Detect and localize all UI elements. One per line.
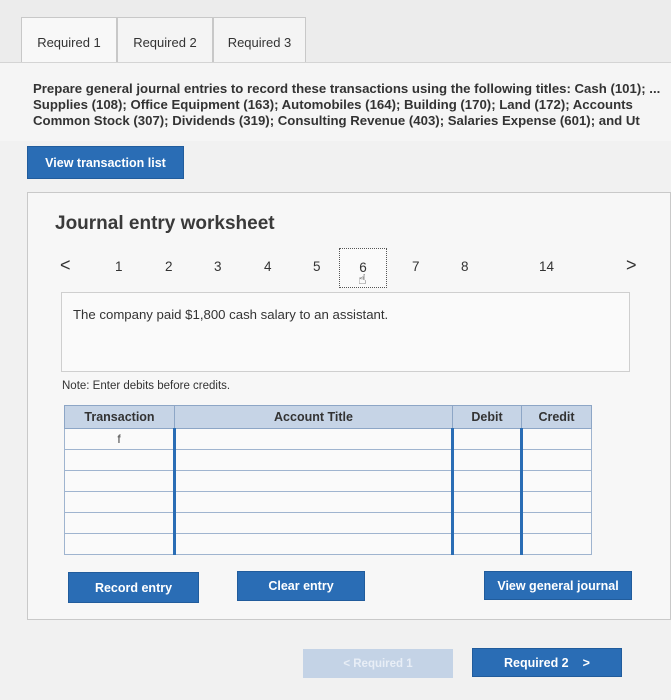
clear-entry-button[interactable]: Clear entry — [237, 571, 365, 601]
instructions-text: Prepare general journal entries to recor… — [33, 81, 671, 129]
tab-required-3[interactable]: Required 3 — [213, 17, 306, 63]
record-entry-button[interactable]: Record entry — [68, 572, 199, 603]
next-required-button[interactable]: Required 2 > — [472, 648, 622, 677]
pager-page-current[interactable]: 6 ☝ — [339, 248, 387, 288]
pager-page-7[interactable]: 7 — [412, 259, 420, 274]
credit-input[interactable] — [520, 428, 592, 450]
credit-input[interactable] — [520, 533, 592, 555]
pager-next-icon[interactable]: > — [626, 255, 637, 276]
account-title-input[interactable] — [173, 428, 453, 450]
account-title-input[interactable] — [173, 491, 453, 513]
transaction-cell — [64, 491, 175, 513]
tab-label: Required 2 — [133, 35, 197, 50]
entry-note: Note: Enter debits before credits. — [62, 380, 231, 392]
pager-page-5[interactable]: 5 — [313, 259, 321, 274]
table-row: f — [64, 428, 592, 450]
table-row — [64, 512, 592, 534]
pager-page-14[interactable]: 14 — [539, 259, 554, 274]
view-transaction-list-button[interactable]: View transaction list — [27, 146, 184, 179]
pager-page-3[interactable]: 3 — [214, 259, 222, 274]
journal-entry-table: Transaction Account Title Debit Credit f — [64, 405, 592, 555]
journal-entry-worksheet: Journal entry worksheet < 1 2 3 4 5 6 ☝ … — [27, 192, 671, 620]
debit-input[interactable] — [451, 449, 522, 471]
transaction-cell — [64, 470, 175, 492]
worksheet-title: Journal entry worksheet — [55, 213, 275, 234]
account-title-input[interactable] — [173, 449, 453, 471]
debit-input[interactable] — [451, 533, 522, 555]
header-credit: Credit — [521, 405, 592, 429]
transaction-cell — [64, 449, 175, 471]
tab-required-1[interactable]: Required 1 — [21, 17, 117, 65]
header-account-title: Account Title — [174, 405, 453, 429]
instructions-line-1: Prepare general journal entries to recor… — [33, 81, 661, 96]
account-title-input[interactable] — [173, 470, 453, 492]
instructions-panel: Prepare general journal entries to recor… — [0, 62, 671, 141]
transaction-cell — [64, 533, 175, 555]
instructions-line-3: Common Stock (307); Dividends (319); Con… — [33, 113, 640, 128]
tab-required-2[interactable]: Required 2 — [117, 17, 213, 63]
instructions-line-2: Supplies (108); Office Equipment (163); … — [33, 97, 633, 112]
footer-navigation: < Required 1 Required 2 > — [0, 640, 671, 700]
credit-input[interactable] — [520, 512, 592, 534]
credit-input[interactable] — [520, 449, 592, 471]
hand-pointer-icon: ☝ — [358, 271, 367, 287]
table-row — [64, 533, 592, 555]
prev-required-button[interactable]: < Required 1 — [303, 649, 453, 678]
tab-bar: Required 1 Required 2 Required 3 — [0, 0, 671, 65]
table-row — [64, 470, 592, 492]
tab-label: Required 3 — [227, 35, 292, 50]
credit-input[interactable] — [520, 491, 592, 513]
table-header-row: Transaction Account Title Debit Credit — [64, 405, 592, 429]
chevron-right-icon: > — [582, 655, 590, 670]
table-row — [64, 491, 592, 513]
debit-input[interactable] — [451, 512, 522, 534]
pager-page-8[interactable]: 8 — [461, 259, 469, 274]
header-transaction: Transaction — [64, 405, 175, 429]
account-title-input[interactable] — [173, 533, 453, 555]
credit-input[interactable] — [520, 470, 592, 492]
page: Required 1 Required 2 Required 3 Prepare… — [0, 0, 671, 700]
account-title-input[interactable] — [173, 512, 453, 534]
transaction-description: The company paid $1,800 cash salary to a… — [73, 307, 389, 322]
debit-input[interactable] — [451, 428, 522, 450]
debit-input[interactable] — [451, 470, 522, 492]
pager-page-2[interactable]: 2 — [165, 259, 173, 274]
entry-pager: < 1 2 3 4 5 6 ☝ 7 8 14 > — [55, 248, 645, 288]
pager-page-4[interactable]: 4 — [264, 259, 272, 274]
tab-label: Required 1 — [37, 35, 101, 50]
debit-input[interactable] — [451, 491, 522, 513]
transaction-cell: f — [64, 428, 175, 450]
transaction-description-box: The company paid $1,800 cash salary to a… — [61, 292, 630, 372]
pager-prev-icon[interactable]: < — [60, 255, 71, 276]
table-row — [64, 449, 592, 471]
view-general-journal-button[interactable]: View general journal — [484, 571, 632, 600]
pager-page-1[interactable]: 1 — [115, 259, 123, 274]
transaction-cell — [64, 512, 175, 534]
next-required-label: Required 2 — [504, 655, 569, 670]
header-debit: Debit — [452, 405, 522, 429]
